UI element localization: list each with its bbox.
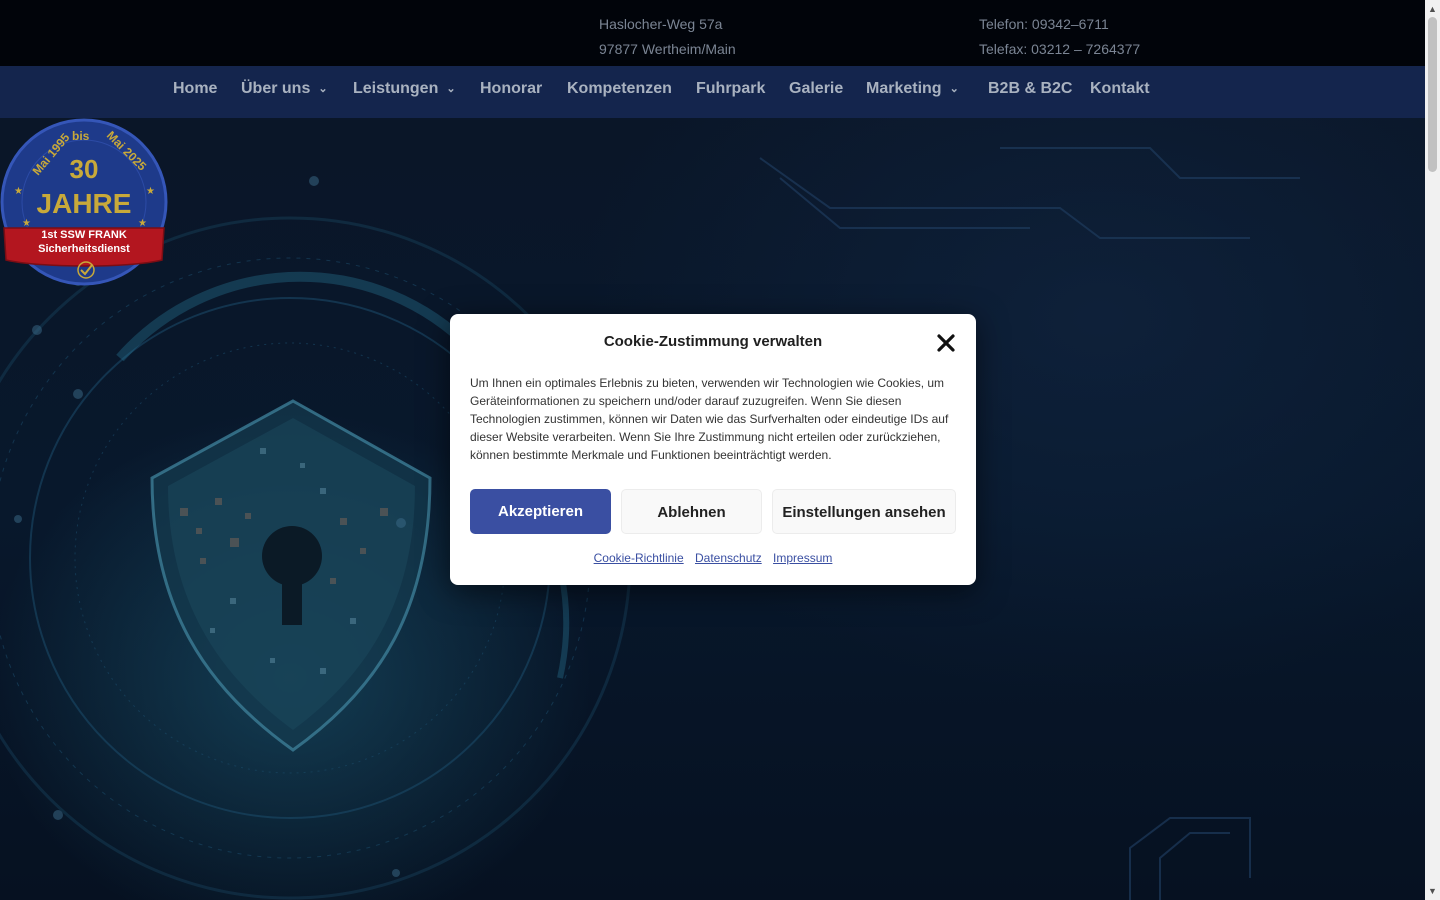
- nav-item-b2b-b2c[interactable]: B2B & B2C: [988, 80, 1072, 98]
- imprint-link[interactable]: Impressum: [773, 551, 832, 565]
- deny-button[interactable]: Ablehnen: [621, 489, 762, 534]
- nav-label: Leistungen: [353, 80, 439, 97]
- cookie-consent-dialog: Cookie-Zustimmung verwalten Um Ihnen ein…: [450, 314, 976, 585]
- scroll-thumb[interactable]: [1428, 17, 1437, 172]
- nav-item-ueber-uns[interactable]: Über uns ⌄: [241, 80, 328, 98]
- privacy-link[interactable]: Datenschutz: [695, 551, 762, 565]
- main-navigation: Home Über uns ⌄ Leistungen ⌄ Honorar Kompe…: [0, 66, 1425, 118]
- badge-ribbon-line2: Sicherheitsdienst: [38, 243, 130, 255]
- svg-text:★: ★: [14, 186, 23, 197]
- nav-label: Fuhrpark: [696, 80, 766, 97]
- close-icon[interactable]: [935, 333, 957, 353]
- scroll-up-icon[interactable]: ▲: [1425, 2, 1440, 16]
- chevron-down-icon: ⌄: [446, 83, 456, 95]
- cookie-dialog-text: Um Ihnen ein optimales Erlebnis zu biete…: [470, 376, 949, 462]
- address-block: Haslocher-Weg 57a 97877 Wertheim/Main: [599, 12, 736, 62]
- badge-ribbon-line1: 1st SSW FRANK: [41, 229, 127, 241]
- nav-label: Marketing: [866, 80, 942, 97]
- cookie-dialog-title: Cookie-Zustimmung verwalten: [603, 333, 823, 350]
- page-scrollbar[interactable]: ▲ ▼: [1425, 0, 1440, 900]
- top-info-bar: Haslocher-Weg 57a 97877 Wertheim/Main Te…: [0, 0, 1425, 66]
- phone-number[interactable]: Telefon: 09342–6711: [979, 12, 1140, 37]
- nav-label: Über uns: [241, 80, 311, 97]
- nav-label: Honorar: [480, 80, 543, 97]
- nav-item-kompetenzen[interactable]: Kompetenzen: [567, 80, 672, 98]
- scroll-down-icon[interactable]: ▼: [1425, 884, 1440, 898]
- nav-label: Home: [173, 80, 218, 97]
- nav-label: B2B & B2C: [988, 80, 1073, 97]
- nav-label: Galerie: [789, 80, 844, 97]
- badge-arc-mid: bis: [72, 129, 90, 143]
- anniversary-badge: Mai 1995 bis Mai 2025 30 JAHRE ★★ ★★ ★★ …: [0, 118, 168, 286]
- chevron-down-icon: ⌄: [318, 83, 328, 95]
- chevron-down-icon: ⌄: [949, 83, 959, 95]
- nav-item-fuhrpark[interactable]: Fuhrpark: [696, 80, 765, 98]
- view-settings-button[interactable]: Einstellungen ansehen: [772, 489, 956, 534]
- address-street: Haslocher-Weg 57a: [599, 16, 723, 32]
- badge-number: 30: [70, 154, 99, 184]
- nav-item-honorar[interactable]: Honorar: [480, 80, 542, 98]
- svg-text:★: ★: [146, 186, 155, 197]
- contact-block: Telefon: 09342–6711 Telefax: 03212 – 726…: [979, 12, 1140, 62]
- accept-button[interactable]: Akzeptieren: [470, 489, 611, 534]
- shield-lock-icon: [150, 399, 432, 752]
- badge-word: JAHRE: [37, 188, 132, 219]
- nav-item-home[interactable]: Home: [173, 80, 217, 98]
- address-city: 97877 Wertheim/Main: [599, 41, 736, 57]
- cookie-policy-link[interactable]: Cookie-Richtlinie: [594, 551, 684, 565]
- nav-item-galerie[interactable]: Galerie: [789, 80, 843, 98]
- nav-item-marketing[interactable]: Marketing ⌄: [866, 80, 959, 98]
- fax-number: Telefax: 03212 – 7264377: [979, 41, 1141, 57]
- nav-item-kontakt[interactable]: Kontakt: [1090, 80, 1150, 98]
- cookie-dialog-links: Cookie-Richtlinie Datenschutz Impressum: [450, 551, 976, 565]
- nav-item-leistungen[interactable]: Leistungen ⌄: [353, 80, 456, 98]
- nav-label: Kompetenzen: [567, 80, 672, 97]
- nav-label: Kontakt: [1090, 80, 1150, 97]
